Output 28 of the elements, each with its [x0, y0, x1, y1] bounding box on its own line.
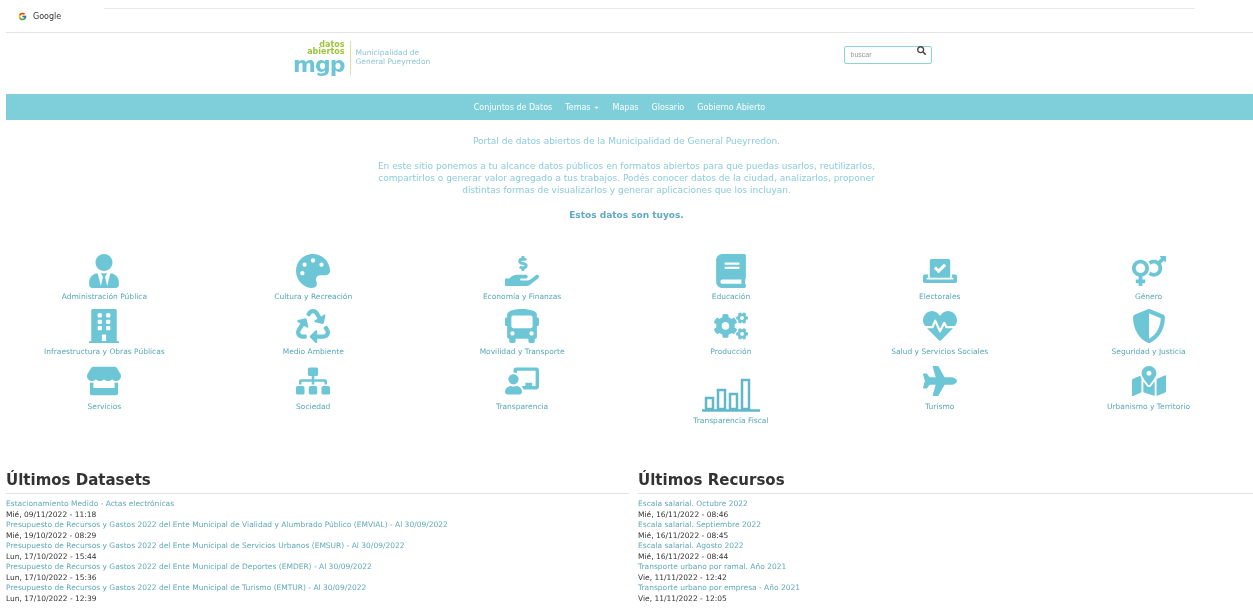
intro-text: En este sitio ponemos a tu alcance datos públicos en formatos abiertos para que puedas usarlos, reutilizarlos, compartirlos o generar valor agregado a tus trabajos. Podés conocer datos de la ciudad, analizarlos, proponer distintas formas de visualizarlos y generar aplicaciones que los incluyan.	[376, 160, 877, 197]
section-title: Últimos Datasets	[6, 471, 629, 495]
bus-icon	[505, 309, 540, 344]
section-title: Últimos Recursos	[638, 471, 1253, 495]
recycle-icon	[296, 309, 331, 344]
nav-link[interactable]: Mapas	[612, 102, 639, 112]
nav-link[interactable]: Temas	[565, 102, 600, 112]
google-icon	[18, 11, 27, 21]
building-icon	[87, 309, 122, 344]
google-button[interactable]: Google	[16, 9, 64, 23]
nav-link[interactable]: Gobierno Abierto	[697, 102, 766, 112]
nav-link[interactable]: Glosario	[651, 102, 685, 112]
heart-icon	[922, 309, 957, 344]
tagline: Estos datos son tuyos.	[569, 210, 684, 221]
logo-wordmark: mgp	[293, 55, 345, 76]
shield-icon	[1131, 309, 1166, 344]
person-icon	[87, 254, 122, 289]
palette-icon	[296, 254, 331, 289]
intro-title: Portal de datos abiertos de la Municipalidad de General Pueyrredon.	[473, 136, 780, 146]
book-icon	[713, 254, 748, 289]
logo-text: abiertos	[307, 48, 345, 56]
gender-icon	[1131, 254, 1166, 289]
map-icon	[1131, 364, 1166, 399]
logo-text: datos	[319, 41, 345, 49]
money-hand-icon	[505, 254, 540, 289]
nav-link[interactable]: Conjuntos de Datos	[473, 102, 553, 112]
plane-icon	[922, 364, 957, 399]
search-icon[interactable]	[916, 46, 926, 55]
